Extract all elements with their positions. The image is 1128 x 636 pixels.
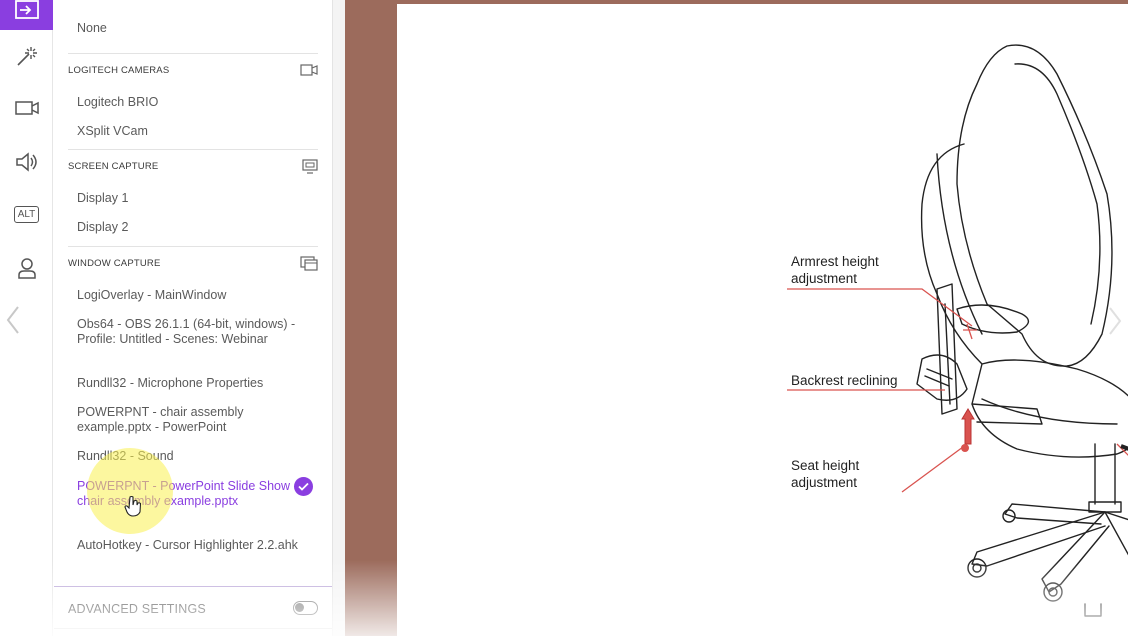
- source-window-autohotkey[interactable]: AutoHotkey - Cursor Highlighter 2.2.ahk: [77, 538, 307, 553]
- section-window-capture: WINDOW CAPTURE: [68, 256, 318, 272]
- effects-wand-icon: [15, 44, 39, 68]
- section-title: LOGITECH CAMERAS: [68, 65, 170, 76]
- rail-effects-button[interactable]: [0, 36, 53, 76]
- source-window-rundll32-mic[interactable]: Rundll32 - Microphone Properties: [77, 376, 307, 391]
- source-display-2[interactable]: Display 2: [77, 220, 307, 235]
- panel-gap: [333, 0, 345, 636]
- advanced-settings-divider: [54, 586, 332, 587]
- callout-backrest: Backrest reclining: [791, 373, 898, 388]
- advanced-settings-label: ADVANCED SETTINGS: [68, 602, 206, 616]
- advanced-settings-toggle[interactable]: [293, 601, 318, 615]
- camera-icon: [14, 98, 40, 118]
- camera-icon: [300, 63, 318, 82]
- sources-icon: [14, 0, 40, 21]
- section-title: WINDOW CAPTURE: [68, 258, 161, 269]
- source-window-obs64[interactable]: Obs64 - OBS 26.1.1 (64-bit, windows) - P…: [77, 317, 307, 347]
- divider: [68, 246, 318, 247]
- callout-armrest: Armrest height adjustment: [791, 254, 879, 286]
- chevron-left-icon: [3, 306, 23, 341]
- screen-capture-icon: [302, 159, 318, 179]
- source-window-powerpnt-edit[interactable]: POWERPNT - chair assembly example.pptx -…: [77, 405, 307, 435]
- source-display-1[interactable]: Display 1: [77, 191, 307, 206]
- app-window: ALT None LOGITECH CAMERAS Logitech BRIO …: [0, 0, 1128, 636]
- section-logitech-cameras: LOGITECH CAMERAS: [68, 63, 318, 79]
- callout-seat-height: Seat height adjustment: [791, 458, 860, 490]
- divider: [68, 53, 318, 54]
- section-title: SCREEN CAPTURE: [68, 161, 159, 172]
- icon-rail: ALT: [0, 0, 53, 636]
- person-icon: [16, 256, 38, 280]
- collapse-back-button[interactable]: [3, 303, 23, 337]
- source-xsplit-vcam[interactable]: XSplit VCam: [77, 124, 307, 139]
- source-panel: None LOGITECH CAMERAS Logitech BRIO XSpl…: [54, 0, 332, 636]
- source-window-logioverlay[interactable]: LogiOverlay - MainWindow: [77, 288, 307, 303]
- slide-canvas: Armrest height adjustment Backrest recli…: [397, 4, 1128, 636]
- source-none[interactable]: None: [77, 21, 307, 36]
- next-slide-chevron-icon[interactable]: [1105, 304, 1125, 343]
- divider: [68, 149, 318, 150]
- section-screen-capture: SCREEN CAPTURE: [68, 159, 318, 175]
- rail-audio-button[interactable]: [0, 142, 53, 182]
- hand-cursor-icon: [124, 495, 142, 522]
- rail-alt-button[interactable]: ALT: [0, 194, 53, 234]
- window-capture-icon: [300, 256, 318, 276]
- toggle-knob: [295, 603, 304, 612]
- alt-text-icon: ALT: [13, 205, 40, 223]
- rail-sources-button[interactable]: [0, 0, 53, 30]
- preview-area: Armrest height adjustment Backrest recli…: [345, 0, 1128, 636]
- rail-account-button[interactable]: [0, 248, 53, 288]
- source-window-rundll32-sound[interactable]: Rundll32 - Sound: [77, 449, 307, 464]
- rail-camera-button[interactable]: [0, 88, 53, 128]
- chair-diagram: [787, 44, 1128, 617]
- audio-icon: [14, 151, 40, 173]
- source-window-powerpnt-slideshow[interactable]: POWERPNT - PowerPoint Slide Show - chair…: [77, 479, 307, 509]
- source-logitech-brio[interactable]: Logitech BRIO: [77, 95, 307, 110]
- divider: [54, 628, 332, 629]
- selected-check-icon[interactable]: [294, 477, 313, 496]
